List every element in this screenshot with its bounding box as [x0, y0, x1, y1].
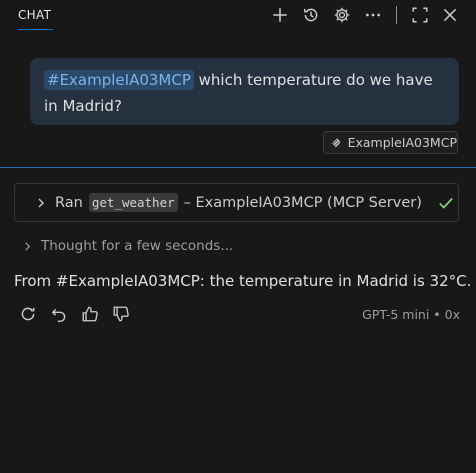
toolbar-separator — [396, 6, 397, 24]
check-icon — [439, 197, 453, 209]
retry-icon[interactable] — [18, 304, 38, 324]
message-divider — [0, 167, 476, 168]
thought-toggle[interactable]: Thought for a few seconds... — [22, 238, 233, 254]
thought-label: Thought for a few seconds... — [41, 238, 234, 254]
active-tab-indicator — [18, 29, 53, 30]
tab-chat[interactable]: CHAT — [18, 8, 51, 22]
gear-icon[interactable] — [331, 4, 353, 26]
maximize-icon[interactable] — [409, 4, 431, 26]
history-icon[interactable] — [300, 4, 322, 26]
tool-name: get_weather — [88, 193, 178, 212]
thumbs-down-icon[interactable] — [111, 304, 131, 324]
tool-call-prefix: Ran — [55, 194, 83, 211]
user-message: #ExampleIA03MCP which temperature do we … — [30, 58, 459, 125]
reference-chip[interactable]: ExampleIA03MCP — [323, 131, 458, 154]
plus-icon[interactable] — [269, 4, 291, 26]
tool-call-suffix: – ExampleIA03MCP (MCP Server) — [183, 194, 422, 211]
tool-call-summary[interactable]: Ran get_weather – ExampleIA03MCP (MCP Se… — [14, 183, 459, 222]
thumbs-up-icon[interactable] — [80, 304, 100, 324]
assistant-answer: From #ExampleIA03MCP: the temperature in… — [14, 272, 472, 290]
chevron-right-icon — [38, 198, 44, 207]
mcp-tool-icon — [332, 137, 341, 147]
close-icon[interactable] — [439, 4, 461, 26]
chat-header: CHAT — [0, 0, 476, 32]
reference-chip-label: ExampleIA03MCP — [347, 135, 457, 150]
more-icon[interactable] — [362, 4, 384, 26]
mention-chip[interactable]: #ExampleIA03MCP — [44, 70, 194, 90]
chevron-right-icon — [25, 241, 31, 251]
undo-icon[interactable] — [49, 304, 69, 324]
model-info[interactable]: GPT-5 mini • 0x — [362, 307, 460, 322]
